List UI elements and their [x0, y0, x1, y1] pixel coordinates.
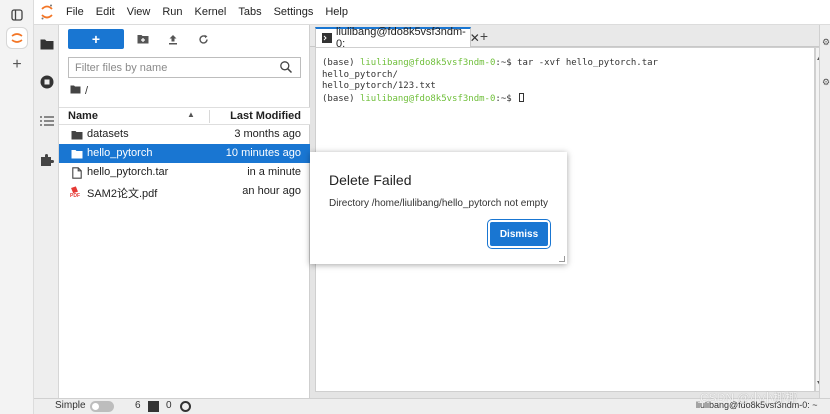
file-browser-panel: + / Name ▲ Las: [59, 25, 310, 398]
file-modified: an hour ago: [242, 185, 301, 197]
file-row-hello-pytorch[interactable]: hello_pytorch 10 minutes ago: [59, 144, 310, 163]
file-icon: [70, 166, 83, 179]
file-modified: 10 minutes ago: [225, 147, 301, 159]
menu-run[interactable]: Run: [156, 0, 188, 25]
terminal-cursor: [519, 92, 525, 102]
menu-settings[interactable]: Settings: [268, 0, 320, 25]
running-sessions-tab-icon[interactable]: [38, 73, 56, 91]
file-browser-toolbar: +: [59, 25, 310, 55]
menu-edit[interactable]: Edit: [90, 0, 121, 25]
simple-mode-label: Simple: [55, 400, 86, 411]
terminal-line: (base) liulibang@fdo8k5vsf3ndm-0:~$ tar …: [322, 58, 658, 68]
terminal-line: hello_pytorch/123.txt: [322, 81, 436, 91]
file-browser-tab-icon[interactable]: [38, 35, 56, 53]
file-name: SAM2论文.pdf: [87, 188, 158, 200]
right-sidebar: ⚙ ⚙: [819, 25, 830, 398]
csdn-watermark: CSDN @小小椰椰: [700, 391, 798, 405]
jupyter-logo-icon: [34, 0, 60, 25]
menu-view[interactable]: View: [121, 0, 157, 25]
pdf-icon: PDF: [70, 185, 83, 198]
terminal-status-icon[interactable]: [148, 401, 159, 412]
folder-icon: [70, 128, 83, 141]
home-folder-icon[interactable]: [70, 85, 81, 97]
file-name: hello_pytorch.tar: [87, 166, 169, 178]
kernel-status-icon[interactable]: [180, 401, 191, 412]
simple-mode-toggle[interactable]: [90, 401, 114, 412]
terminal-line: hello_pytorch/: [322, 69, 398, 80]
new-launcher-button[interactable]: +: [68, 29, 124, 49]
menu-kernel[interactable]: Kernel: [189, 0, 233, 25]
file-list-header: Name ▲ Last Modified: [59, 107, 310, 125]
add-tab-button[interactable]: +: [475, 27, 493, 45]
resize-handle-icon[interactable]: [559, 256, 565, 262]
file-row-datasets[interactable]: datasets 3 months ago: [59, 125, 310, 144]
debugger-icon[interactable]: ⚙: [822, 77, 830, 88]
file-row-sam2-pdf[interactable]: PDF SAM2论文.pdf an hour ago: [59, 182, 310, 201]
dialog-title: Delete Failed: [329, 172, 412, 188]
sidebar-toggle-icon[interactable]: [7, 5, 27, 25]
file-name: datasets: [87, 128, 129, 140]
terminal-line: (base) liulibang@fdo8k5vsf3ndm-0:~$: [322, 92, 814, 106]
menu-help[interactable]: Help: [319, 0, 354, 25]
toggle-knob: [92, 403, 99, 410]
svg-text:PDF: PDF: [70, 193, 80, 198]
filter-files-input[interactable]: [69, 58, 274, 77]
terminal-icon: [322, 33, 332, 43]
main-tab-bar: liulibang@fdo8k5vsf3ndm-0: ✕ +: [310, 25, 830, 50]
kernels-count: 0: [166, 400, 172, 411]
column-name-header[interactable]: Name: [68, 110, 98, 122]
delete-failed-dialog: Delete Failed Directory /home/liulibang/…: [310, 152, 567, 264]
file-row-hello-pytorch-tar[interactable]: hello_pytorch.tar in a minute: [59, 163, 310, 182]
terminals-count: 6: [135, 400, 141, 411]
menu-bar: File Edit View Run Kernel Tabs Settings …: [34, 0, 830, 25]
breadcrumb: /: [70, 84, 88, 98]
sort-ascending-icon: ▲: [187, 110, 195, 119]
search-icon: [279, 60, 295, 76]
dialog-message: Directory /home/liulibang/hello_pytorch …: [329, 198, 548, 209]
menu-file[interactable]: File: [60, 0, 90, 25]
menu-tabs[interactable]: Tabs: [232, 0, 267, 25]
breadcrumb-root[interactable]: /: [85, 85, 88, 97]
filter-box: [68, 57, 301, 78]
file-modified: 3 months ago: [234, 128, 301, 140]
column-divider[interactable]: [209, 110, 210, 123]
add-tab-icon[interactable]: +: [7, 55, 27, 75]
activity-bar: [34, 25, 59, 398]
jupyter-tab-icon[interactable]: [7, 28, 27, 48]
dismiss-button[interactable]: Dismiss: [487, 219, 551, 249]
upload-icon[interactable]: [163, 30, 183, 48]
extensions-tab-icon[interactable]: [38, 151, 56, 169]
table-of-contents-tab-icon[interactable]: [38, 112, 56, 130]
file-name: hello_pytorch: [87, 147, 153, 159]
property-inspector-icon[interactable]: ⚙: [822, 37, 830, 48]
folder-icon: [70, 147, 83, 160]
terminal-tab[interactable]: liulibang@fdo8k5vsf3ndm-0: ✕: [315, 26, 480, 50]
browser-sidebar: +: [0, 0, 34, 414]
column-modified-header[interactable]: Last Modified: [230, 110, 301, 122]
file-modified: in a minute: [247, 166, 301, 178]
refresh-icon[interactable]: [193, 30, 213, 48]
new-folder-icon[interactable]: [133, 30, 153, 48]
